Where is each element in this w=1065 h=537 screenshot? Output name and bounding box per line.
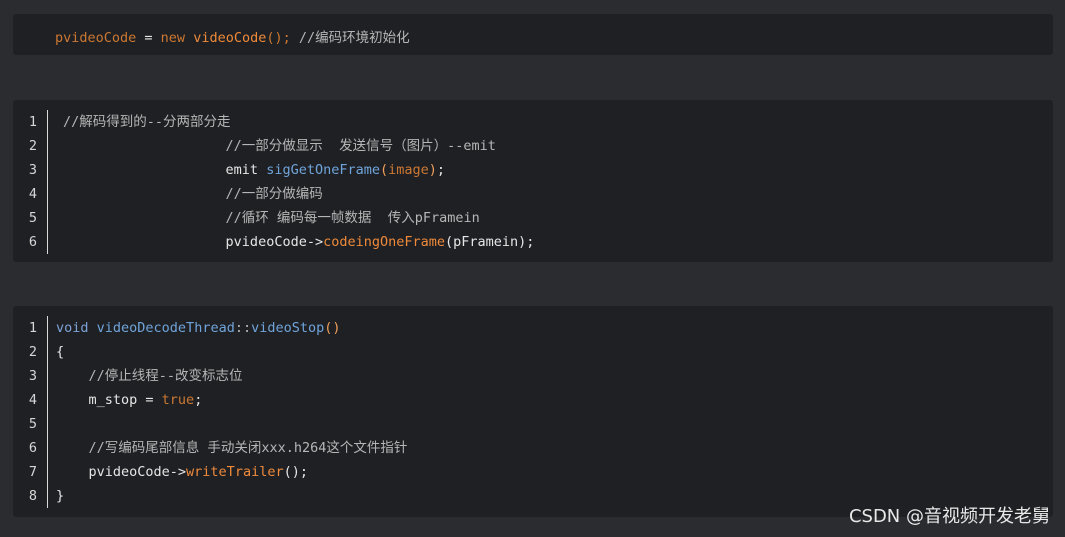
code-token: void: [56, 320, 89, 336]
code-token: codeingOneFrame: [323, 234, 446, 250]
code-block-decode: 1 2 3 4 5 6 //解码得到的--分两部分走 //一部分做显示 发送信号（图片）-…: [13, 100, 1053, 262]
code-line: //一部分做编码: [63, 182, 534, 206]
code-token: sigGetOneFrame: [266, 162, 380, 178]
code-line: //停止线程--改变标志位: [56, 364, 407, 388]
code-token: image: [388, 162, 429, 178]
code-token: //一部分做显示 发送信号（图片）--emit: [63, 138, 496, 154]
code-line: //写编码尾部信息 手动关闭xxx.h264这个文件指针: [56, 436, 408, 460]
code-token: //编码环境初始化: [290, 30, 410, 46]
code-token: pvideoCode->: [56, 464, 187, 480]
code-line: //解码得到的--分两部分走: [63, 110, 534, 134]
code-block-videostop: 12345678 void videoDecodeThread::videoSt…: [13, 306, 1053, 517]
line-number: 4: [28, 392, 37, 408]
line-number: 2: [28, 138, 37, 154]
code-line: pvideoCode->codeingOneFrame(pFramein);: [63, 230, 535, 254]
code-line: pvideoCode = new videoCode(); //编码环境初始化: [55, 26, 410, 46]
line-number: 4: [28, 186, 37, 202]
code-token: m_stop =: [56, 392, 162, 408]
code-token: //写编码尾部信息 手动关闭xxx.h264这个文件指针: [56, 440, 408, 456]
code-token: videoStop: [251, 320, 325, 336]
code-token: emit: [63, 162, 267, 178]
line-number: 6: [28, 234, 37, 250]
line-number: 7: [28, 464, 37, 480]
code-token: //停止线程--改变标志位: [56, 368, 243, 384]
line-number: 8: [28, 488, 37, 504]
code-line: //循环 编码每一帧数据 传入pFramein: [63, 206, 534, 230]
code-token: videoDecodeThread: [96, 320, 235, 336]
line-number: 3: [28, 368, 37, 384]
code-token: =: [136, 30, 161, 46]
code-token: }: [56, 488, 65, 504]
line-number-gutter: 1 2 3 4 5 6: [13, 110, 48, 254]
code-token: //一部分做编码: [63, 186, 323, 202]
code-token: (: [380, 162, 389, 178]
line-number: 5: [28, 416, 37, 432]
code-token: pvideoCode->: [63, 234, 324, 250]
line-number: 6: [28, 440, 37, 456]
line-number: 1: [28, 114, 37, 130]
code-token: //循环 编码每一帧数据 传入pFramein: [63, 210, 480, 226]
code-token: (): [324, 320, 341, 336]
code-lines: void videoDecodeThread::videoStop(){ //停…: [56, 316, 407, 508]
code-line: //一部分做显示 发送信号（图片）--emit: [63, 134, 534, 158]
code-line: void videoDecodeThread::videoStop(): [56, 316, 407, 340]
line-number: 5: [28, 210, 37, 226]
code-token: //解码得到的--分两部分走: [63, 114, 231, 130]
code-line: {: [56, 340, 407, 364]
code-token: ;: [194, 392, 203, 408]
code-line: pvideoCode->writeTrailer();: [56, 460, 407, 484]
code-token: ();: [283, 464, 308, 480]
code-token: videoCode: [193, 30, 267, 46]
code-token: new: [160, 30, 186, 46]
code-line: }: [56, 484, 407, 508]
code-token: true: [161, 392, 195, 408]
code-lines: //解码得到的--分两部分走 //一部分做显示 发送信号（图片）--emit e…: [63, 110, 534, 254]
code-token: (pFramein);: [445, 234, 535, 250]
code-token: ): [428, 162, 437, 178]
line-number-gutter: 1 2 3 4 5 6 7 8: [13, 316, 48, 508]
code-token: {: [56, 344, 65, 360]
code-token: writeTrailer: [186, 464, 284, 480]
line-number: 2: [28, 344, 37, 360]
line-number: 1: [28, 320, 37, 336]
code-token: ();: [266, 30, 291, 46]
code-token: ;: [436, 162, 446, 178]
line-number: 3: [28, 162, 37, 178]
code-token: ::: [234, 320, 252, 336]
code-token: pvideoCode: [55, 30, 137, 46]
csdn-watermark: CSDN @音视频开发老舅: [848, 506, 1050, 527]
code-block-single-line: pvideoCode = new videoCode(); //编码环境初始化: [13, 14, 1053, 55]
code-line: emit sigGetOneFrame(image);: [63, 158, 534, 182]
code-line: m_stop = true;: [56, 388, 407, 412]
